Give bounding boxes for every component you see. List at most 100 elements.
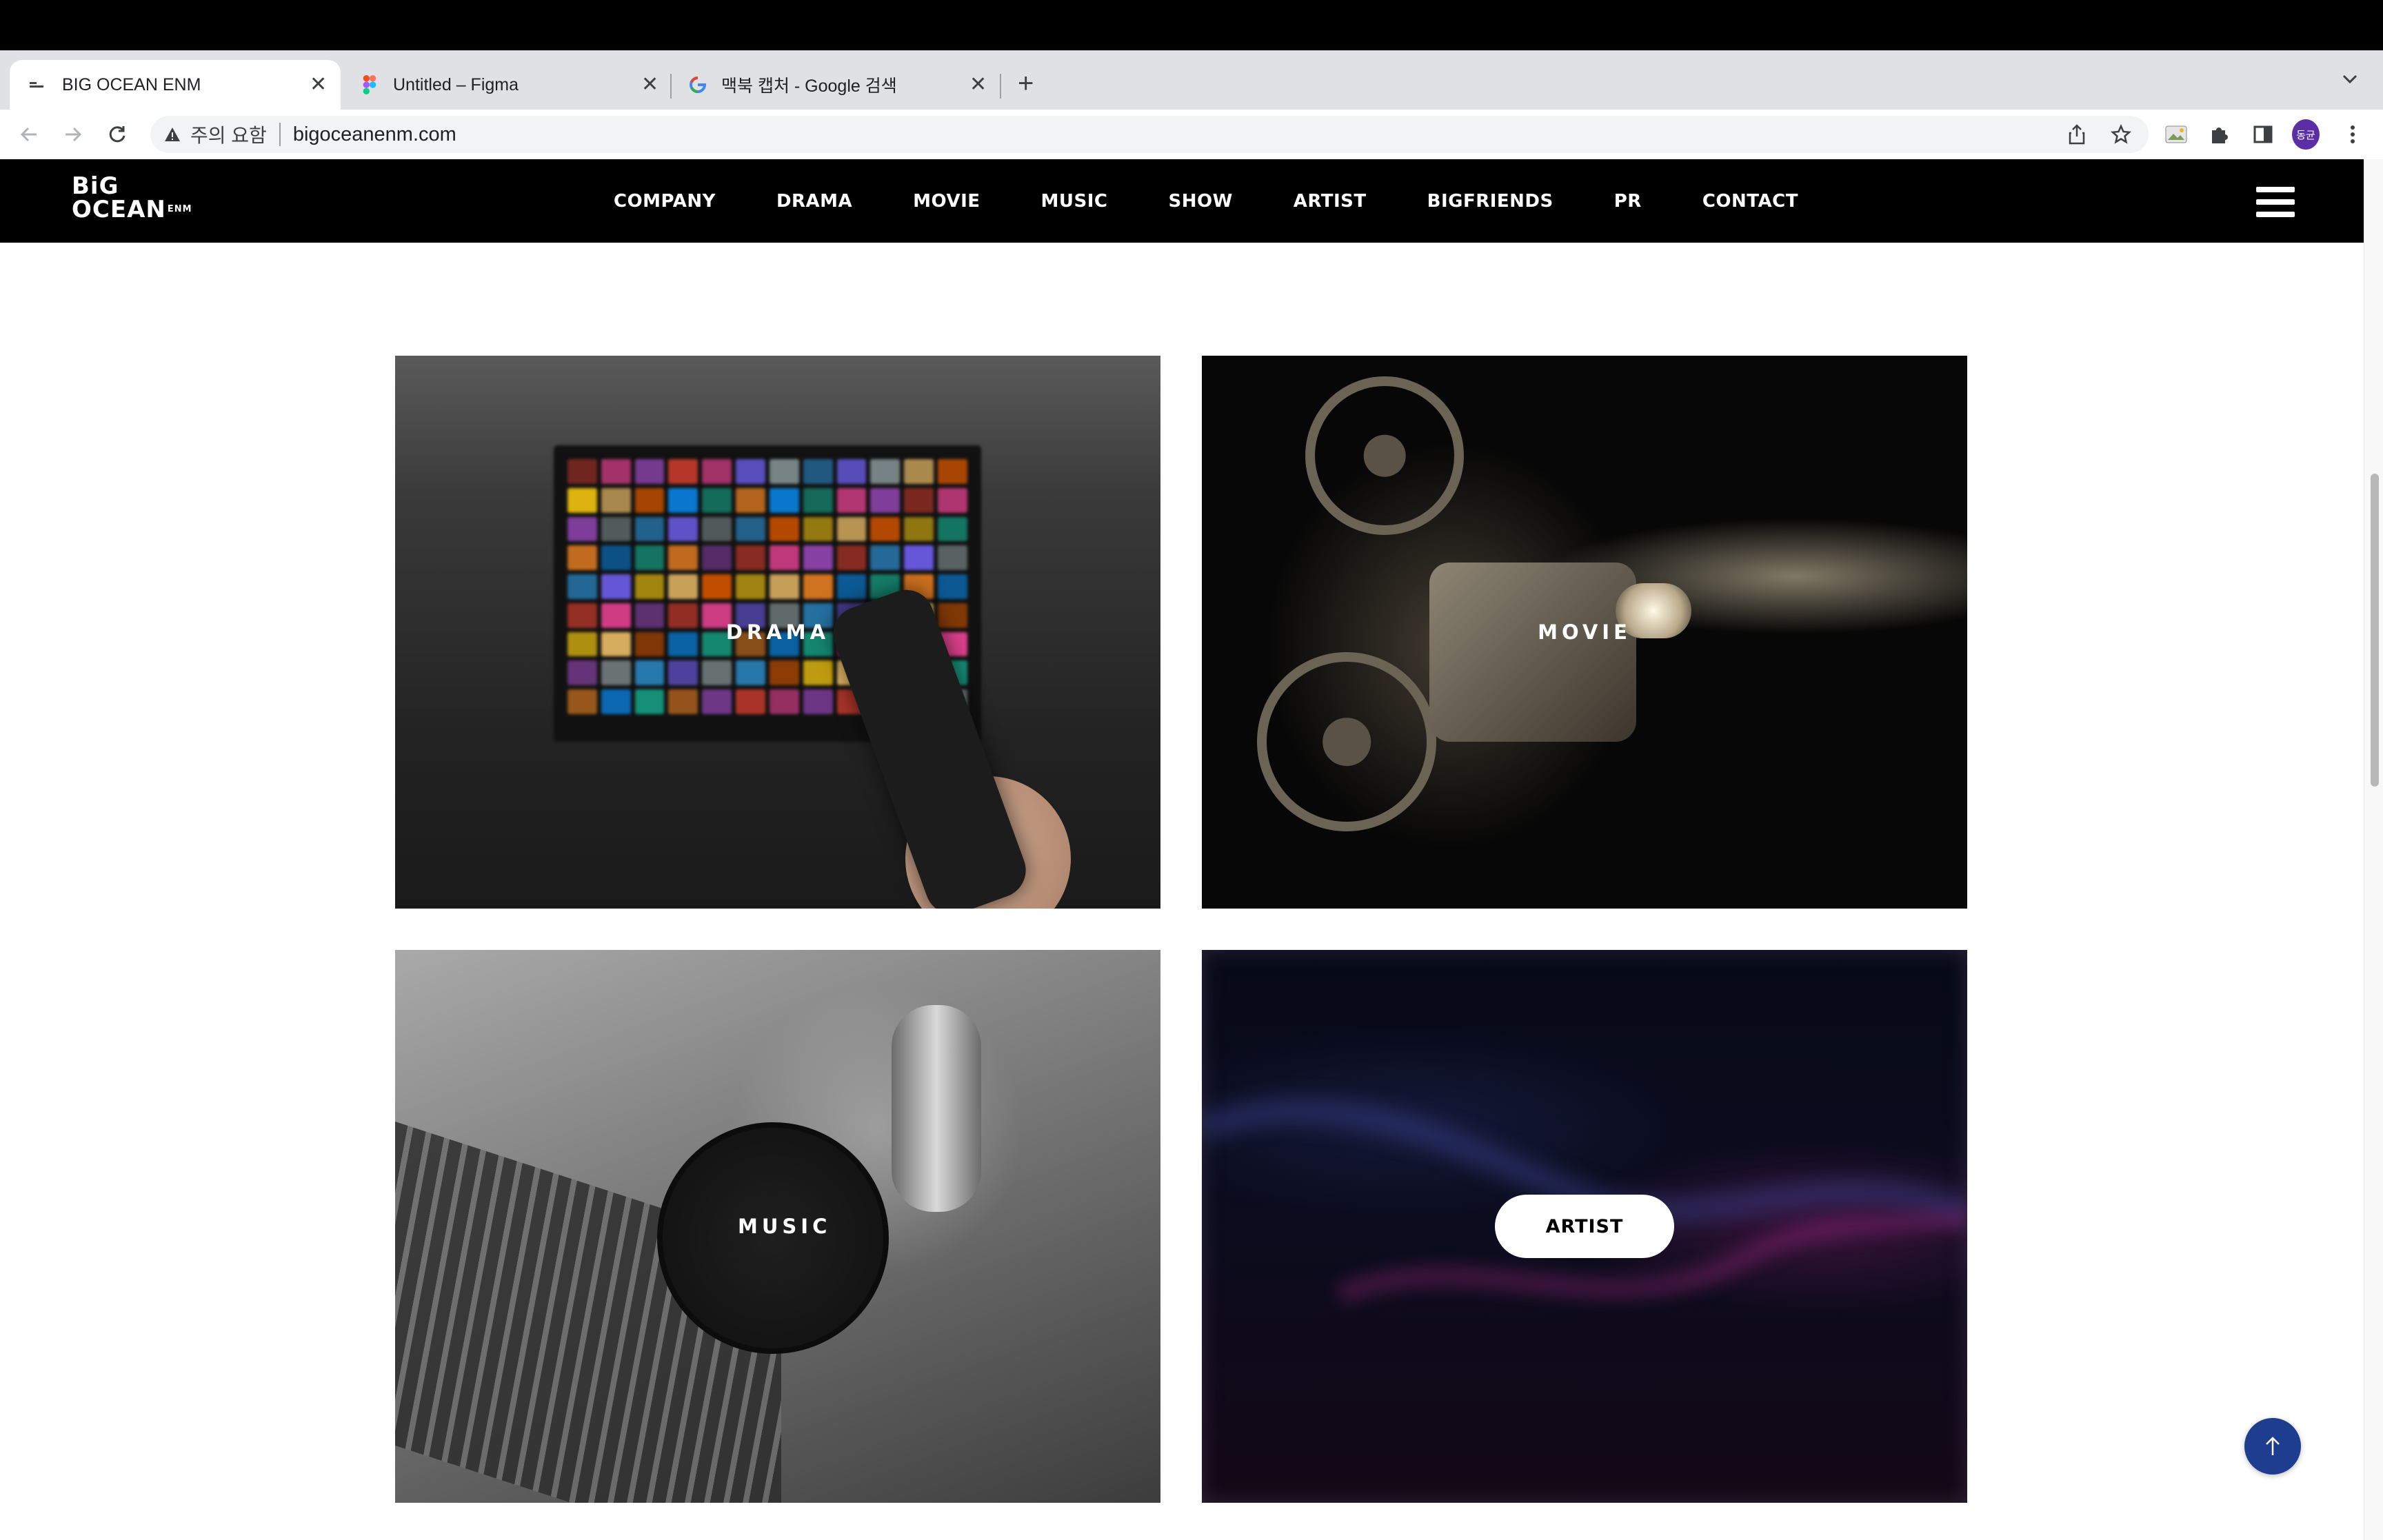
tv-tile	[668, 574, 698, 599]
tv-tile	[803, 459, 833, 484]
browser-toolbar: 주의 요함 bigoceanenm.com 동균	[0, 110, 2383, 160]
tv-tile	[736, 459, 765, 484]
tv-tile	[904, 459, 934, 484]
projector-image	[1429, 563, 1636, 742]
close-icon[interactable]: ✕	[969, 72, 987, 97]
bookmark-star-icon[interactable]	[2107, 121, 2135, 148]
tv-tile	[938, 487, 967, 513]
profile-avatar[interactable]: 동균	[2292, 119, 2320, 150]
tv-tile	[769, 516, 799, 542]
nav-drama[interactable]: DRAMA	[776, 191, 852, 212]
image-extension-icon[interactable]	[2162, 121, 2190, 148]
tv-tile	[668, 516, 698, 542]
tv-tile	[702, 545, 732, 571]
new-tab-plus-icon[interactable]: +	[1018, 68, 1034, 99]
nav-movie[interactable]: MOVIE	[913, 191, 980, 212]
tv-tile	[836, 545, 867, 571]
browser-menu-kebab-icon[interactable]	[2339, 121, 2366, 148]
tv-tile	[634, 487, 665, 513]
nav-contact[interactable]: CONTACT	[1702, 191, 1798, 212]
profile-initials: 동균	[2292, 119, 2320, 150]
tv-tile	[668, 602, 698, 628]
tab-separator	[1000, 74, 1001, 99]
tv-tile	[836, 516, 867, 542]
tab-google-search[interactable]: 맥북 캡처 - Google 검색 ✕	[678, 60, 996, 110]
site-favicon-icon	[29, 75, 48, 94]
tv-tile	[702, 689, 732, 714]
arrow-up-icon	[2266, 1437, 2280, 1455]
page-scrollbar[interactable]	[2364, 159, 2383, 1540]
nav-show[interactable]: SHOW	[1168, 191, 1232, 212]
card-movie[interactable]: MOVIE	[1202, 356, 1967, 909]
security-warning[interactable]: 주의 요함	[164, 121, 267, 148]
tv-tile	[567, 574, 597, 599]
site-logo[interactable]: BiG OCEAN ENM	[72, 174, 196, 230]
tv-tile	[601, 574, 631, 599]
side-panel-icon[interactable]	[2249, 121, 2277, 148]
google-icon	[688, 75, 707, 94]
figma-icon	[360, 75, 379, 94]
nav-music[interactable]: MUSIC	[1041, 191, 1108, 212]
tab-search-chevron-icon[interactable]	[2342, 74, 2358, 88]
tv-tile	[803, 487, 833, 513]
tv-tile	[567, 689, 597, 714]
tv-tile	[904, 545, 934, 571]
nav-artist[interactable]: ARTIST	[1294, 191, 1367, 212]
tv-tile	[736, 574, 765, 599]
tv-tile	[702, 487, 732, 513]
tv-tile	[567, 545, 597, 571]
tv-tile	[567, 516, 597, 542]
tab-figma[interactable]: Untitled – Figma ✕	[350, 60, 667, 110]
reload-icon[interactable]	[102, 119, 132, 150]
os-menu-bar	[0, 0, 2383, 50]
tv-tile	[803, 545, 833, 571]
card-drama[interactable]: DRAMA	[395, 356, 1160, 909]
card-label-drama: DRAMA	[725, 620, 830, 644]
address-bar[interactable]: 주의 요함 bigoceanenm.com	[150, 116, 2149, 153]
share-icon[interactable]	[2063, 121, 2091, 148]
tv-tile	[634, 516, 665, 542]
tv-tile	[601, 487, 631, 513]
tv-tile	[668, 545, 698, 571]
nav-company[interactable]: COMPANY	[614, 191, 716, 212]
tv-tile	[938, 574, 967, 599]
close-icon[interactable]: ✕	[310, 72, 327, 97]
tv-tile	[803, 689, 833, 714]
artist-button[interactable]: ARTIST	[1495, 1195, 1674, 1258]
tab-title: BIG OCEAN ENM	[62, 74, 201, 94]
tv-tile	[702, 516, 732, 542]
tv-tile	[870, 487, 901, 513]
card-music[interactable]: MUSIC	[395, 950, 1160, 1503]
tv-tile	[601, 602, 631, 628]
scrollbar-thumb[interactable]	[2371, 474, 2379, 787]
extensions-puzzle-icon[interactable]	[2205, 121, 2233, 148]
tv-tile	[601, 689, 631, 714]
tv-tile	[668, 631, 698, 657]
back-arrow-icon[interactable]	[14, 119, 44, 150]
hamburger-menu-icon[interactable]	[2256, 187, 2295, 217]
tab-big-ocean[interactable]: BIG OCEAN ENM ✕	[10, 60, 341, 110]
tv-tile	[601, 459, 631, 484]
tv-tile	[769, 487, 799, 513]
tv-tile	[601, 516, 631, 542]
tv-tile	[736, 689, 765, 714]
tv-tile	[702, 660, 732, 686]
forward-arrow-icon[interactable]	[58, 119, 88, 150]
tv-tile	[736, 516, 765, 542]
tv-tile	[769, 574, 799, 599]
card-artist[interactable]: ARTIST	[1202, 950, 1967, 1503]
tv-tile	[769, 459, 799, 484]
tv-tile	[736, 660, 765, 686]
site-header: BiG OCEAN ENM COMPANY DRAMA MOVIE MUSIC S…	[0, 159, 2364, 243]
tv-tile	[938, 516, 967, 542]
url-text[interactable]: bigoceanenm.com	[293, 123, 456, 146]
card-label-movie: MOVIE	[1538, 620, 1631, 644]
close-icon[interactable]: ✕	[641, 72, 658, 97]
tv-tile	[601, 660, 631, 686]
nav-bigfriends[interactable]: BIGFRIENDS	[1427, 191, 1554, 212]
tv-tile	[634, 660, 665, 686]
tv-tile	[736, 487, 765, 513]
scroll-to-top-button[interactable]	[2244, 1418, 2301, 1475]
nav-pr[interactable]: PR	[1614, 191, 1642, 212]
browser-tab-strip: BIG OCEAN ENM ✕ Untitled – Figma ✕ 맥북 캡처…	[0, 50, 2383, 110]
